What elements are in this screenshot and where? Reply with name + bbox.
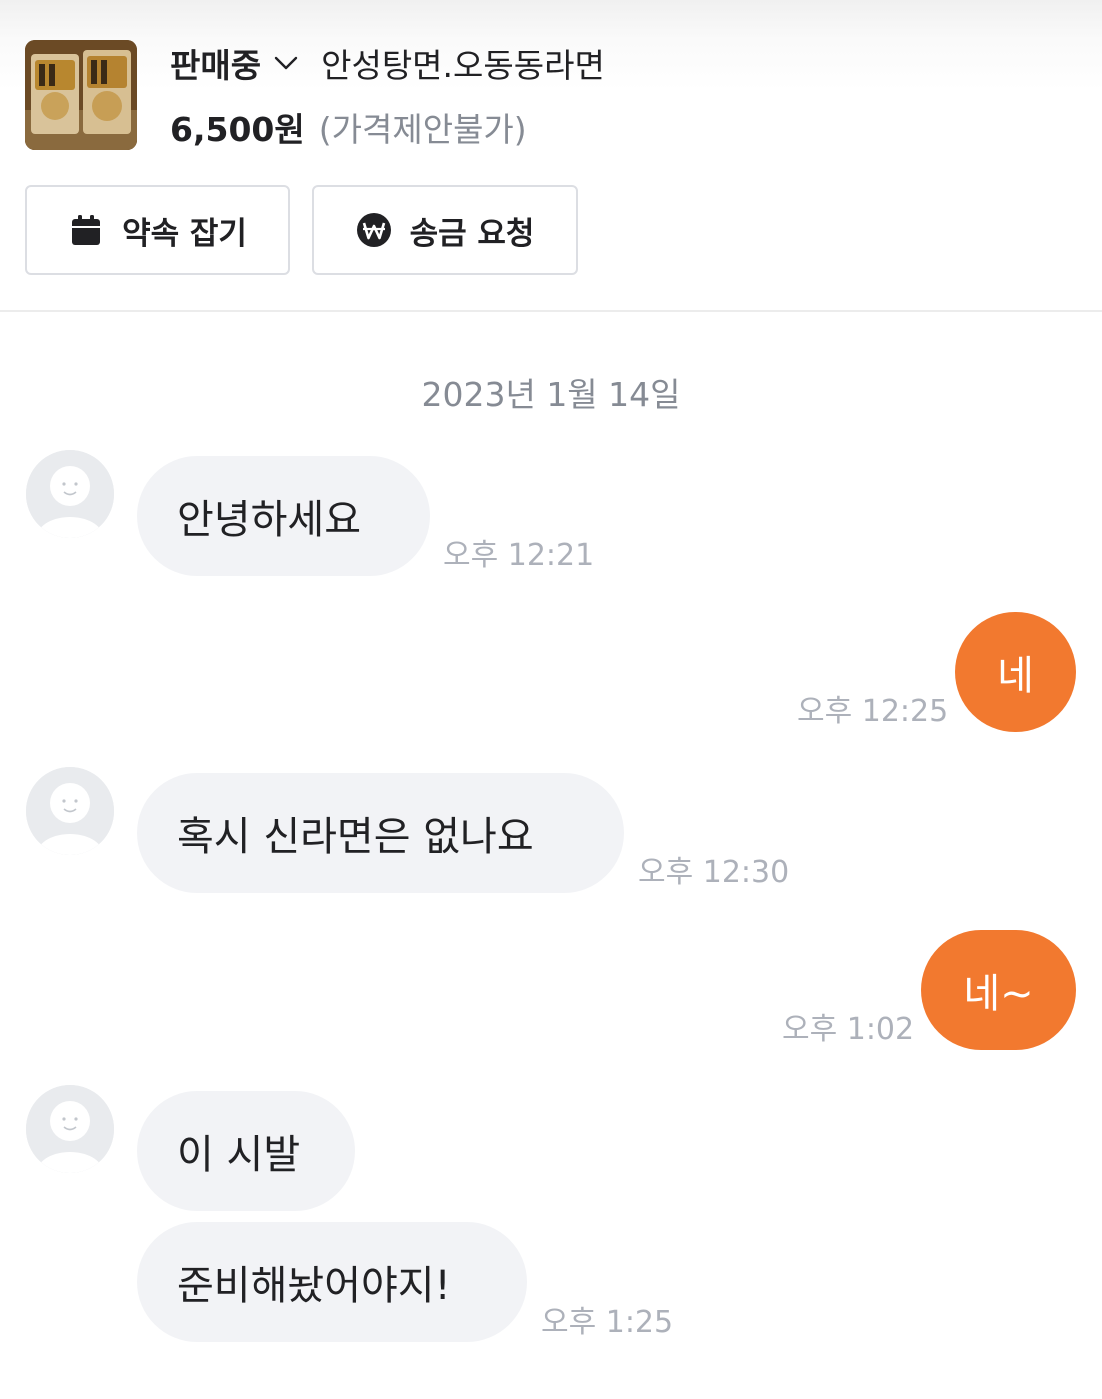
message-bubble-incoming[interactable]: 혹시 신라면은 없나요 bbox=[137, 773, 624, 893]
price-offer-note: (가격제안불가) bbox=[318, 110, 527, 149]
sale-status-dropdown[interactable]: 판매중 bbox=[170, 39, 261, 87]
product-thumbnail[interactable] bbox=[25, 40, 137, 150]
default-profile-icon bbox=[26, 767, 114, 855]
make-appointment-label: 약속 잡기 bbox=[122, 215, 247, 252]
chat-date-divider: 2023년 1월 14일 bbox=[421, 375, 681, 414]
request-transfer-button[interactable]: 송금 요청 bbox=[312, 185, 578, 275]
default-profile-icon bbox=[26, 450, 114, 538]
avatar[interactable] bbox=[26, 767, 114, 855]
product-price: 6,500원 bbox=[170, 110, 305, 149]
message-time: 오후 12:30 bbox=[638, 855, 790, 890]
message-time: 오후 12:21 bbox=[443, 538, 595, 573]
message-time: 오후 1:02 bbox=[782, 1012, 915, 1047]
product-header: 판매중 안성탕면.오동동라면 6,500원 (가격제안불가) 약속 잡기 송금 … bbox=[0, 0, 1102, 312]
message-bubble-outgoing[interactable]: 네 bbox=[955, 612, 1076, 732]
message-bubble-outgoing[interactable]: 네~ bbox=[921, 930, 1076, 1050]
request-transfer-label: 송금 요청 bbox=[409, 215, 535, 252]
calendar-icon bbox=[68, 212, 104, 248]
status-title-row: 판매중 안성탕면.오동동라면 bbox=[170, 40, 605, 86]
chevron-down-icon[interactable] bbox=[271, 48, 301, 78]
message-time: 오후 1:25 bbox=[541, 1305, 674, 1340]
make-appointment-button[interactable]: 약속 잡기 bbox=[25, 185, 290, 275]
price-row: 6,500원 (가격제안불가) bbox=[170, 104, 527, 150]
message-bubble-incoming[interactable]: 안녕하세요 bbox=[137, 456, 430, 576]
product-title[interactable]: 안성탕면.오동동라면 bbox=[321, 39, 605, 87]
message-bubble-incoming[interactable]: 준비해놨어야지! bbox=[137, 1222, 527, 1342]
message-bubble-incoming[interactable]: 이 시발 bbox=[137, 1091, 355, 1211]
avatar[interactable] bbox=[26, 1085, 114, 1173]
avatar[interactable] bbox=[26, 450, 114, 538]
message-time: 오후 12:25 bbox=[797, 694, 949, 729]
won-icon bbox=[356, 212, 392, 248]
default-profile-icon bbox=[26, 1085, 114, 1173]
product-photo-icon bbox=[25, 40, 137, 150]
